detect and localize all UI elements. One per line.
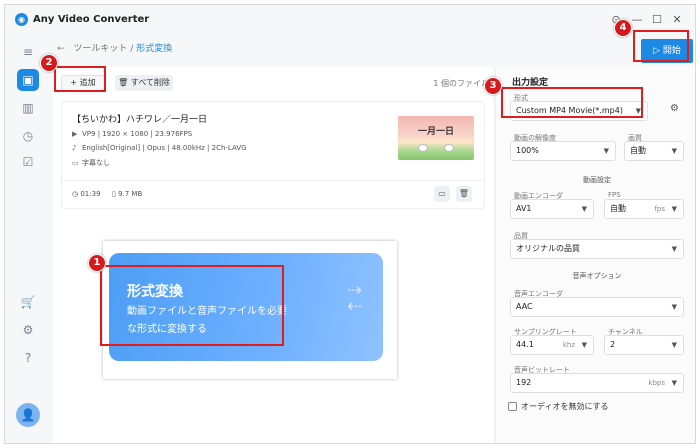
- callout-badge-2: 2: [40, 54, 58, 72]
- breadcrumb-separator: /: [130, 44, 134, 54]
- callout-badge-1: 1: [88, 254, 106, 272]
- delete-file-button[interactable]: 🗑: [456, 186, 472, 202]
- encoder-value: AV1: [516, 204, 532, 213]
- video-info: ▶ VP9 | 1920 × 1080 | 23.976FPS: [72, 130, 192, 138]
- format-settings-icon[interactable]: ⚙: [670, 103, 679, 114]
- sidebar: ≡ ▣ ▥ ◷ ☑ 🛒 ⚙ ? 👤: [5, 35, 51, 443]
- file-size-text: 9.7 MB: [118, 190, 143, 198]
- breadcrumb-current: 形式変換: [136, 44, 173, 54]
- settings-gear-icon[interactable]: ⚙: [17, 319, 39, 341]
- subtitle-info: ▭ 字幕なし: [72, 158, 110, 168]
- main-area: + 追加 🗑 すべて削除 1 個のファイル 【ちいかわ】ハチワレ／一月一日 ▶ V…: [53, 67, 493, 443]
- chevron-down-icon: ▼: [671, 147, 677, 155]
- subtitle-info-text: 字幕なし: [82, 159, 110, 167]
- audio-info: ♪ English[Original] | Opus | 48.00kHz | 2…: [72, 144, 247, 152]
- video-info-text: VP9 | 1920 × 1080 | 23.976FPS: [82, 130, 193, 138]
- channel-select[interactable]: 2 ▼: [604, 335, 684, 355]
- card-divider: [62, 180, 484, 181]
- sample-rate-select[interactable]: 44.1 khz ▼: [510, 335, 594, 355]
- callout-box-add: [54, 66, 106, 92]
- chevron-down-icon: ▼: [603, 147, 609, 155]
- video-encoder-select[interactable]: AV1 ▼: [510, 199, 594, 219]
- file-count: 1 個のファイル: [433, 79, 489, 88]
- thumbnail-caption: 一月一日: [417, 127, 454, 137]
- checkbox-box[interactable]: [508, 402, 517, 411]
- title-bar: ◉ Any Video Converter ⊙ — ☐ ✕: [5, 5, 695, 35]
- quality-value: 自動: [630, 146, 646, 155]
- breadcrumb: ← ツールキット / 形式変換: [57, 41, 172, 54]
- app-title: Any Video Converter: [33, 14, 150, 25]
- cart-icon[interactable]: 🛒: [17, 291, 39, 313]
- resolution-value: 100%: [516, 146, 539, 155]
- menu-toggle-icon[interactable]: ≡: [17, 41, 39, 63]
- minimize-button[interactable]: —: [630, 13, 644, 26]
- callout-badge-3: 3: [484, 77, 502, 95]
- file-card: 【ちいかわ】ハチワレ／一月一日 ▶ VP9 | 1920 × 1080 | 23.…: [61, 101, 485, 209]
- duration: ◷ 01:39: [72, 190, 101, 198]
- maximize-button[interactable]: ☐: [650, 13, 664, 26]
- chevron-down-icon: ▼: [581, 341, 587, 349]
- chevron-down-icon: ▼: [671, 303, 677, 311]
- delete-all-button[interactable]: 🗑 すべて削除: [115, 75, 173, 91]
- audio-bitrate-select[interactable]: 192 kbps ▼: [510, 373, 684, 393]
- sample-rate-unit: khz: [562, 341, 575, 349]
- help-icon[interactable]: ?: [17, 347, 39, 369]
- video-quality-select[interactable]: オリジナルの品質 ▼: [510, 239, 684, 259]
- callout-box-start: [633, 30, 689, 62]
- audio-info-text: English[Original] | Opus | 48.00kHz | 2C…: [82, 144, 247, 152]
- library-icon[interactable]: ▥: [17, 97, 39, 119]
- channel-value: 2: [610, 340, 616, 349]
- callout-badge-4: 4: [614, 19, 632, 37]
- video-icon: ▶: [72, 130, 78, 138]
- audio-options-heading: 音声オプション: [572, 272, 622, 280]
- fps-select[interactable]: 自動 fps ▼: [604, 199, 684, 219]
- subtitle-icon: ▭: [72, 159, 79, 167]
- quality-select[interactable]: 自動 ▼: [624, 141, 684, 161]
- app-window: ◉ Any Video Converter ⊙ — ☐ ✕ ≡ ▣ ▥ ◷ ☑ …: [4, 4, 696, 444]
- tasks-icon[interactable]: ☑: [17, 151, 39, 173]
- fps-label: FPS: [608, 191, 621, 199]
- app-logo-icon: ◉: [15, 13, 28, 26]
- chevron-down-icon: ▼: [671, 341, 677, 349]
- open-folder-button[interactable]: ▭: [434, 186, 450, 202]
- audio-encoder-value: AAC: [516, 302, 533, 311]
- user-avatar[interactable]: 👤: [16, 403, 40, 427]
- breadcrumb-parent[interactable]: ツールキット: [73, 44, 127, 54]
- character-figure: [444, 144, 454, 152]
- output-settings-panel: 出力設定 形式 Custom MP4 Movie(*.mp4) ▼ ⚙ 動画の解像…: [495, 67, 695, 443]
- video-quality-value: オリジナルの品質: [516, 244, 580, 253]
- callout-box-promo: [100, 265, 284, 346]
- disable-audio-label: オーディオを無効にする: [521, 402, 609, 411]
- audio-encoder-select[interactable]: AAC ▼: [510, 297, 684, 317]
- resolution-select[interactable]: 100% ▼: [510, 141, 616, 161]
- chevron-down-icon: ▼: [581, 205, 587, 213]
- fps-value: 自動: [610, 204, 626, 213]
- convert-arrows-icon: ⇢ ⇠: [347, 280, 363, 317]
- history-icon[interactable]: ◷: [17, 125, 39, 147]
- fps-unit: fps: [654, 205, 665, 213]
- sample-rate-value: 44.1: [516, 340, 534, 349]
- bitrate-value: 192: [516, 378, 532, 387]
- chevron-down-icon: ▼: [671, 205, 677, 213]
- close-button[interactable]: ✕: [670, 13, 684, 26]
- disable-audio-checkbox[interactable]: オーディオを無効にする: [508, 401, 609, 412]
- chevron-down-icon: ▼: [671, 245, 677, 253]
- chevron-down-icon: ▼: [671, 379, 677, 387]
- toolkit-icon[interactable]: ▣: [17, 69, 39, 91]
- video-thumbnail: 一月一日: [398, 116, 474, 160]
- back-arrow-icon[interactable]: ←: [57, 44, 65, 54]
- audio-icon: ♪: [72, 144, 77, 152]
- callout-box-format: [501, 87, 643, 118]
- bitrate-unit: kbps: [648, 379, 665, 387]
- duration-text: 01:39: [80, 190, 101, 198]
- character-figure: [418, 144, 428, 152]
- file-size: ▯ 9.7 MB: [112, 190, 142, 198]
- video-settings-heading: 動画設定: [583, 176, 611, 184]
- file-title: 【ちいかわ】ハチワレ／一月一日: [72, 115, 208, 125]
